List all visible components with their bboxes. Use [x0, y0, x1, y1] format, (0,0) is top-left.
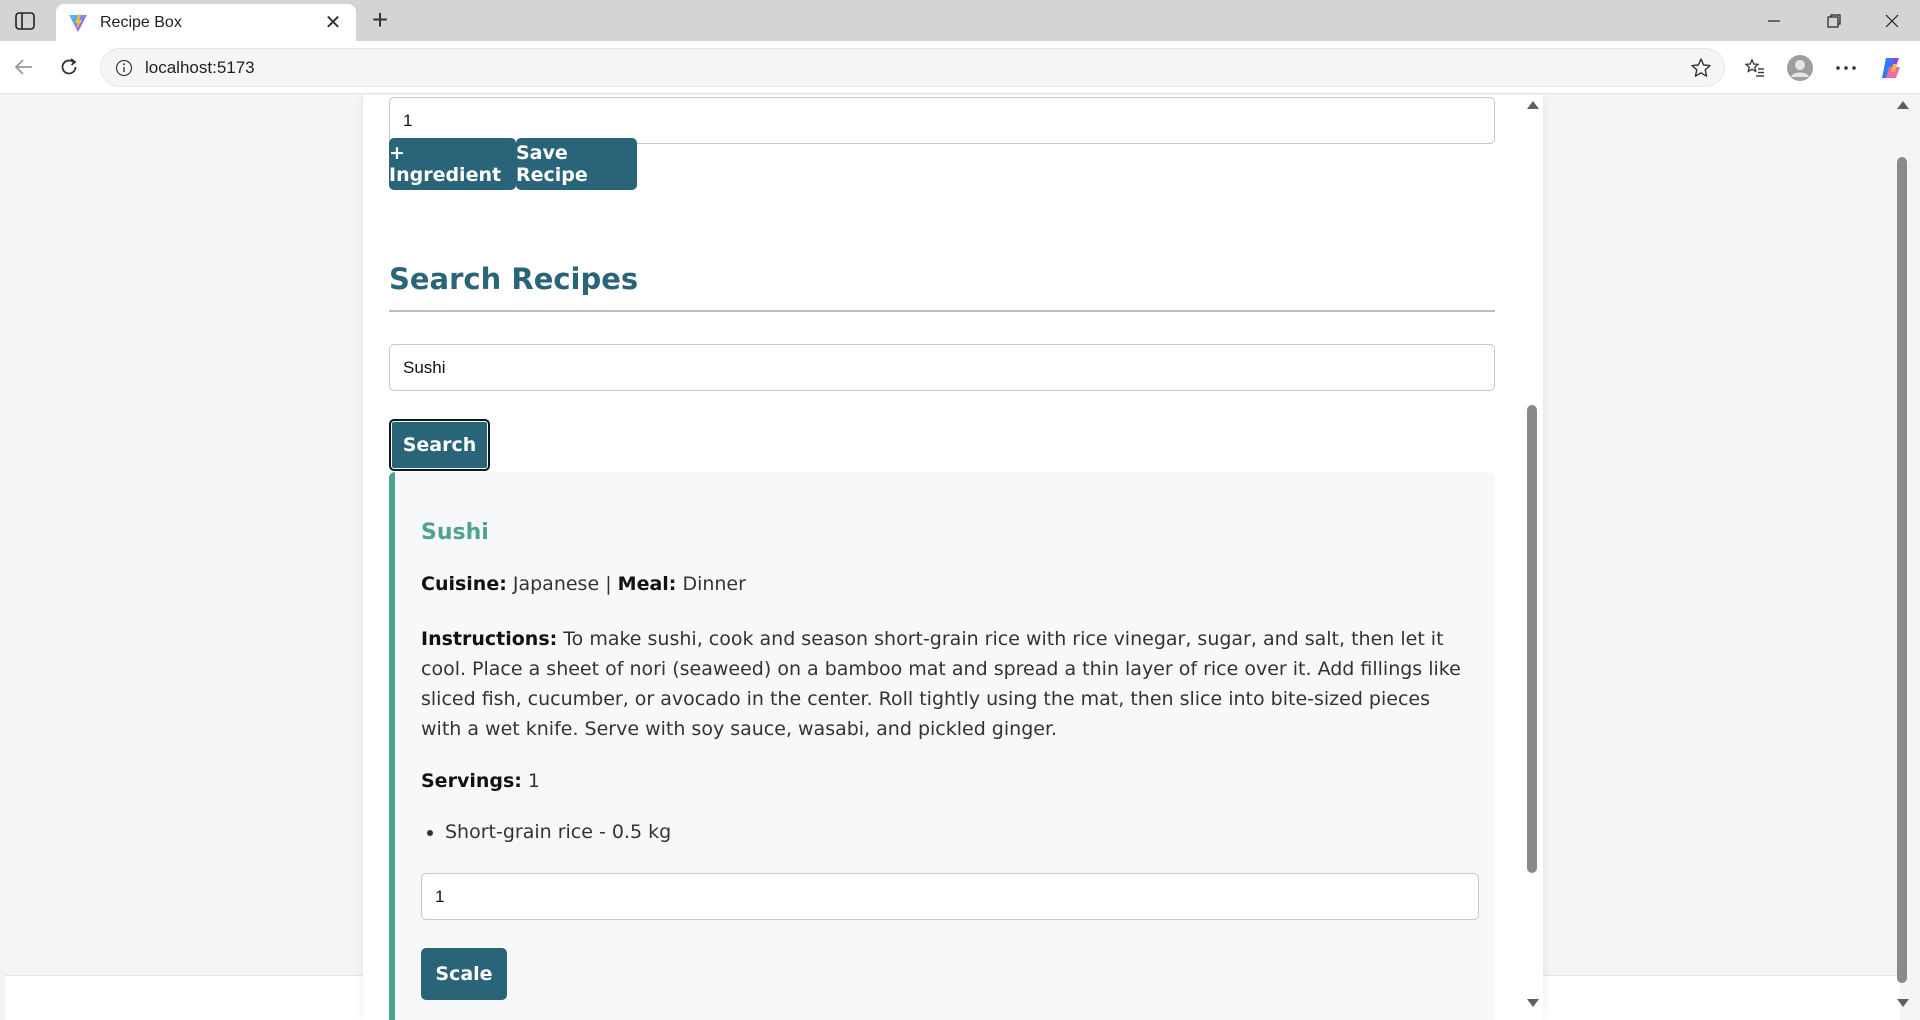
browser-tab-bar: Recipe Box ✕ +: [0, 0, 1920, 41]
scale-servings-input[interactable]: 1: [421, 873, 1479, 920]
meal-value: Dinner: [682, 573, 746, 595]
close-window-icon[interactable]: [1864, 0, 1920, 41]
list-item: Short-grain rice - 0.5 kg: [445, 817, 671, 847]
minimize-icon[interactable]: [1746, 0, 1802, 41]
recipe-instructions: Instructions: To make sushi, cook and se…: [421, 624, 1461, 744]
search-input[interactable]: Sushi: [389, 344, 1495, 391]
copilot-icon[interactable]: [1873, 50, 1909, 86]
page-scrollbar[interactable]: [1893, 95, 1913, 1020]
scroll-up-arrow-icon[interactable]: [1527, 101, 1539, 109]
recipe-title: Sushi: [421, 520, 489, 545]
meal-label: Meal:: [617, 573, 677, 595]
back-arrow-icon[interactable]: [7, 50, 41, 84]
site-info-icon[interactable]: [113, 57, 135, 79]
add-ingredient-button[interactable]: + Ingredient: [389, 138, 516, 190]
servings-value: 1: [527, 770, 541, 792]
cuisine-label: Cuisine:: [421, 573, 507, 595]
url-text[interactable]: localhost:5173: [145, 58, 1684, 78]
app-container: 1 + Ingredient Save Recipe Search Recipe…: [363, 95, 1543, 1020]
favorites-list-icon[interactable]: [1737, 50, 1773, 86]
scroll-down-arrow-icon[interactable]: [1527, 999, 1539, 1007]
search-recipes-heading: Search Recipes: [389, 262, 639, 296]
scale-button[interactable]: Scale: [421, 948, 507, 1000]
meta-separator: |: [605, 573, 612, 595]
browser-tab-recipe-box[interactable]: Recipe Box ✕: [56, 4, 356, 41]
cuisine-value: Japanese: [512, 573, 600, 595]
profile-avatar-icon[interactable]: [1782, 50, 1818, 86]
recipe-servings-line: Servings: 1: [421, 766, 540, 796]
new-tab-icon[interactable]: +: [364, 6, 396, 36]
tab-actions-icon[interactable]: [10, 8, 40, 34]
favorite-star-icon[interactable]: [1684, 51, 1718, 85]
search-button[interactable]: Search: [389, 419, 490, 471]
scrollbar-thumb[interactable]: [1527, 405, 1537, 873]
save-recipe-button[interactable]: Save Recipe: [516, 138, 637, 190]
container-scrollbar[interactable]: [1523, 95, 1541, 1020]
ingredient-list: Short-grain rice - 0.5 kg: [445, 817, 671, 847]
address-bar[interactable]: localhost:5173: [100, 48, 1725, 87]
page-scroll-up-arrow-icon[interactable]: [1897, 101, 1909, 109]
instructions-label: Instructions:: [421, 628, 558, 650]
recipe-cuisine-meal-line: Cuisine: Japanese | Meal: Dinner: [421, 569, 746, 599]
tab-close-icon[interactable]: ✕: [322, 13, 344, 33]
page-scrollbar-thumb[interactable]: [1897, 157, 1907, 983]
instructions-text: To make sushi, cook and season short-gra…: [421, 628, 1461, 740]
tab-title: Recipe Box: [100, 13, 182, 31]
restore-icon[interactable]: [1806, 0, 1862, 41]
section-divider: [389, 310, 1495, 312]
page-viewport: 1 + Ingredient Save Recipe Search Recipe…: [5, 95, 1900, 1020]
vite-logo-icon: [69, 13, 87, 32]
more-options-icon[interactable]: [1828, 50, 1864, 86]
recipe-result-card: Sushi Cuisine: Japanese | Meal: Dinner I…: [389, 472, 1495, 1020]
page-scroll-down-arrow-icon[interactable]: [1897, 999, 1909, 1007]
ingredient-quantity-input[interactable]: 1: [389, 97, 1495, 144]
browser-toolbar: localhost:5173: [0, 41, 1920, 94]
servings-label: Servings:: [421, 770, 522, 792]
reload-icon[interactable]: [52, 50, 86, 84]
